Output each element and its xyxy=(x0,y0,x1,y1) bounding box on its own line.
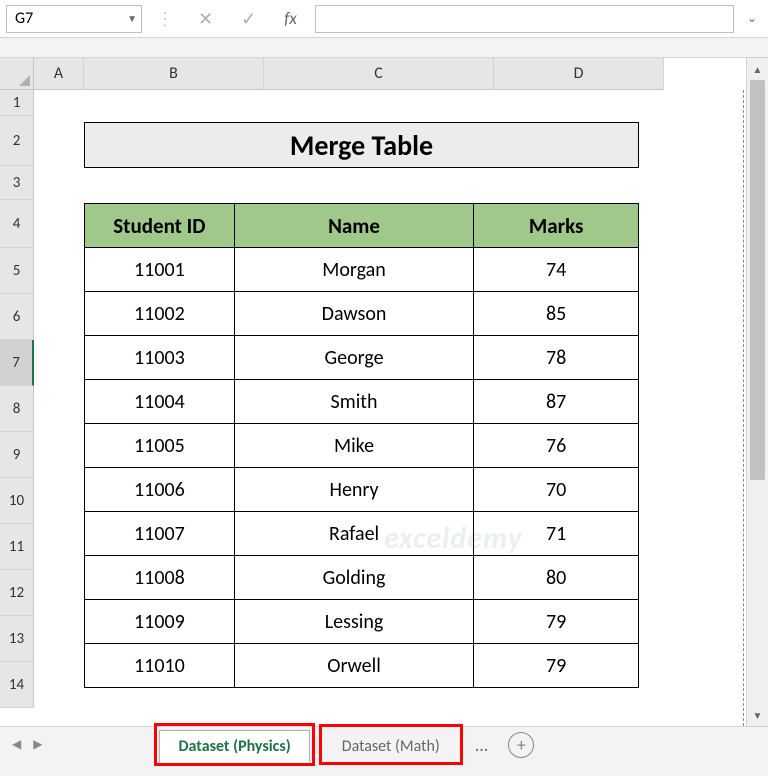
cell-name[interactable]: Henry xyxy=(234,468,474,512)
table-row: 11010Orwell79 xyxy=(85,644,639,688)
header-marks[interactable]: Marks xyxy=(474,204,639,248)
header-name[interactable]: Name xyxy=(234,204,474,248)
cell-name[interactable]: George xyxy=(234,336,474,380)
cell-name[interactable]: Lessing xyxy=(234,600,474,644)
formula-bar-row: G7 ▼ ⋮ ✕ ✓ fx ⌄ xyxy=(0,0,768,38)
formula-input[interactable] xyxy=(315,5,734,33)
cell-marks[interactable]: 79 xyxy=(474,600,639,644)
highlight-active-tab: Dataset (Physics) xyxy=(154,723,314,766)
row-header-5[interactable]: 5 xyxy=(0,248,34,294)
cell-id[interactable]: 11010 xyxy=(85,644,235,688)
column-header-B[interactable]: B xyxy=(84,58,264,90)
vertical-scrollbar[interactable]: ▲ ▼ xyxy=(746,58,768,726)
cell-id[interactable]: 11005 xyxy=(85,424,235,468)
name-box-value: G7 xyxy=(15,9,33,28)
row-header-13[interactable]: 13 xyxy=(0,616,34,662)
name-box[interactable]: G7 ▼ xyxy=(6,5,142,33)
cell-id[interactable]: 11003 xyxy=(85,336,235,380)
table-row: 11002Dawson85 xyxy=(85,292,639,336)
title-merged-cell[interactable]: Merge Table xyxy=(84,122,639,168)
cell-marks[interactable]: 80 xyxy=(474,556,639,600)
cell-marks[interactable]: 85 xyxy=(474,292,639,336)
cell-id[interactable]: 11004 xyxy=(85,380,235,424)
row-header-6[interactable]: 6 xyxy=(0,294,34,340)
column-header-row: ABCD xyxy=(34,58,768,90)
tab-more-icon[interactable]: ... xyxy=(467,734,497,756)
cell-id[interactable]: 11009 xyxy=(85,600,235,644)
row-header-12[interactable]: 12 xyxy=(0,570,34,616)
sheet-tab-bar: ◀ ▶ Dataset (Physics) Dataset (Math) ...… xyxy=(0,726,768,762)
cell-name[interactable]: Smith xyxy=(234,380,474,424)
new-sheet-button[interactable]: + xyxy=(508,732,534,758)
row-header-7[interactable]: 7 xyxy=(0,340,34,386)
table-row: 11007Rafael71 xyxy=(85,512,639,556)
row-header-11[interactable]: 11 xyxy=(0,524,34,570)
sheet-tab-math[interactable]: Dataset (Math) xyxy=(324,731,458,762)
formula-expand-icon[interactable]: ⌄ xyxy=(742,11,762,26)
table-row: 11008Golding80 xyxy=(85,556,639,600)
sheet-tab-physics[interactable]: Dataset (Physics) xyxy=(159,730,309,763)
table-row: 11005Mike76 xyxy=(85,424,639,468)
separator: ⋮ xyxy=(150,8,180,30)
cell-name[interactable]: Morgan xyxy=(234,248,474,292)
column-header-C[interactable]: C xyxy=(264,58,494,90)
cancel-icon[interactable]: ✕ xyxy=(188,8,223,30)
sheet-area: ABCD Merge Table Student ID Name Marks 1… xyxy=(34,58,768,726)
column-header-A[interactable]: A xyxy=(34,58,84,90)
enter-icon[interactable]: ✓ xyxy=(231,8,266,30)
cell-marks[interactable]: 79 xyxy=(474,644,639,688)
cell-marks[interactable]: 70 xyxy=(474,468,639,512)
cell-id[interactable]: 11006 xyxy=(85,468,235,512)
cell-id[interactable]: 11008 xyxy=(85,556,235,600)
highlight-inactive-tab: Dataset (Math) xyxy=(319,724,463,765)
row-header-10[interactable]: 10 xyxy=(0,478,34,524)
scroll-thumb[interactable] xyxy=(750,80,765,480)
row-header-3[interactable]: 3 xyxy=(0,166,34,200)
data-table: Student ID Name Marks 11001Morgan7411002… xyxy=(84,203,639,688)
cell-name[interactable]: Mike xyxy=(234,424,474,468)
tab-nav-next-icon[interactable]: ▶ xyxy=(29,737,46,752)
column-header-D[interactable]: D xyxy=(494,58,664,90)
cell-marks[interactable]: 71 xyxy=(474,512,639,556)
cells-area[interactable]: Merge Table Student ID Name Marks 11001M… xyxy=(34,90,768,726)
table-row: 11004Smith87 xyxy=(85,380,639,424)
table-row: 11009Lessing79 xyxy=(85,600,639,644)
row-header-14[interactable]: 14 xyxy=(0,662,34,708)
cell-id[interactable]: 11007 xyxy=(85,512,235,556)
grid-wrapper: 1234567891011121314 ABCD Merge Table Stu… xyxy=(0,58,768,726)
row-header-column: 1234567891011121314 xyxy=(0,58,34,726)
scroll-down-icon[interactable]: ▼ xyxy=(747,704,768,726)
header-student-id[interactable]: Student ID xyxy=(85,204,235,248)
select-all-corner[interactable] xyxy=(0,58,34,90)
table-header-row: Student ID Name Marks xyxy=(85,204,639,248)
name-box-dropdown-icon[interactable]: ▼ xyxy=(127,12,137,25)
table-row: 11003George78 xyxy=(85,336,639,380)
row-header-9[interactable]: 9 xyxy=(0,432,34,478)
cell-marks[interactable]: 74 xyxy=(474,248,639,292)
cell-marks[interactable]: 87 xyxy=(474,380,639,424)
table-row: 11006Henry70 xyxy=(85,468,639,512)
cell-marks[interactable]: 78 xyxy=(474,336,639,380)
cell-id[interactable]: 11002 xyxy=(85,292,235,336)
cell-name[interactable]: Dawson xyxy=(234,292,474,336)
tab-nav-prev-icon[interactable]: ◀ xyxy=(8,737,25,752)
cell-name[interactable]: Orwell xyxy=(234,644,474,688)
top-strip xyxy=(0,38,768,58)
cell-id[interactable]: 11001 xyxy=(85,248,235,292)
fx-icon[interactable]: fx xyxy=(274,8,307,29)
cell-name[interactable]: Rafael xyxy=(234,512,474,556)
row-header-8[interactable]: 8 xyxy=(0,386,34,432)
row-header-4[interactable]: 4 xyxy=(0,200,34,248)
row-header-1[interactable]: 1 xyxy=(0,90,34,116)
scroll-up-icon[interactable]: ▲ xyxy=(747,58,768,80)
title-text: Merge Table xyxy=(290,128,433,163)
row-header-2[interactable]: 2 xyxy=(0,116,34,166)
cell-marks[interactable]: 76 xyxy=(474,424,639,468)
table-row: 11001Morgan74 xyxy=(85,248,639,292)
cell-name[interactable]: Golding xyxy=(234,556,474,600)
